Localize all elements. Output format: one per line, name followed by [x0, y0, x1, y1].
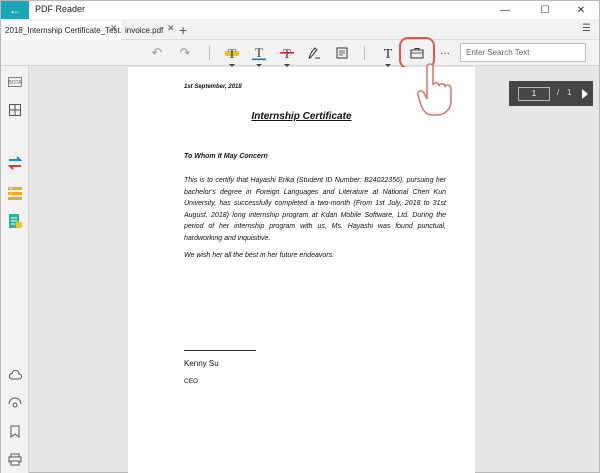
tab-bar: 2018_Internship Certificate_Test... ✕ in…: [1, 19, 599, 40]
page-total: 1: [567, 88, 572, 97]
freehand-icon[interactable]: [306, 43, 322, 63]
separator: [364, 46, 365, 60]
view-icon[interactable]: [6, 394, 24, 412]
note-icon[interactable]: [334, 43, 350, 63]
page-number-input[interactable]: 1: [518, 87, 550, 101]
svg-text:BOTA: BOTA: [8, 80, 22, 86]
signer-name: Kenny Su: [184, 359, 219, 368]
title-bar: ← PDF Reader — ☐ ✕: [1, 1, 599, 19]
close-tab-icon[interactable]: ✕: [167, 23, 175, 34]
redo-icon[interactable]: ↷: [177, 43, 193, 63]
add-tab-icon[interactable]: +: [179, 22, 187, 38]
minimize-button[interactable]: —: [487, 1, 523, 19]
maximize-button[interactable]: ☐: [527, 1, 563, 19]
page-navigation: 1 / 1: [509, 81, 593, 106]
highlight-icon[interactable]: T: [223, 43, 241, 67]
menu-icon[interactable]: ☰: [582, 23, 591, 34]
underline-icon[interactable]: T: [250, 43, 268, 67]
document-body: This is to certify that Hayashi Erika (S…: [184, 177, 446, 242]
bookmark-panel-icon[interactable]: BOTA: [6, 73, 24, 91]
convert-icon[interactable]: [6, 154, 24, 172]
page-separator: /: [557, 88, 560, 97]
cloud-icon[interactable]: [6, 366, 24, 384]
text-icon[interactable]: T: [379, 43, 397, 67]
search-input[interactable]: Enter Search Text: [460, 43, 586, 62]
close-tab-icon[interactable]: ✕: [110, 23, 118, 34]
document-closing: We wish her all the best in her future e…: [184, 252, 335, 259]
back-button[interactable]: ←: [1, 1, 29, 19]
tab-label: invoice.pdf: [125, 26, 164, 35]
strikethrough-icon[interactable]: T: [278, 43, 296, 67]
signature-line: [184, 350, 256, 351]
pointing-hand-icon: [417, 63, 452, 116]
next-page-icon[interactable]: [582, 89, 588, 99]
app-title: PDF Reader: [35, 4, 86, 14]
pdf-page: 1st September, 2018 Internship Certifica…: [128, 67, 475, 473]
tab-certificate[interactable]: 2018_Internship Certificate_Test...: [1, 21, 121, 40]
close-button[interactable]: ✕: [563, 1, 599, 19]
document-greeting: To Whom It May Concern: [184, 153, 268, 160]
undo-icon[interactable]: ↶: [149, 43, 165, 63]
app-window: ← PDF Reader — ☐ ✕ 2018_Internship Certi…: [0, 0, 600, 473]
svg-text:T: T: [228, 46, 236, 61]
print-icon[interactable]: [6, 450, 24, 468]
signer-title: CEO: [184, 378, 199, 385]
separator: [209, 46, 210, 60]
tab-label: 2018_Internship Certificate_Test...: [5, 26, 121, 35]
document-date: 1st September, 2018: [184, 84, 242, 90]
tab-invoice[interactable]: invoice.pdf: [121, 21, 173, 40]
thumbnail-icon[interactable]: [6, 101, 24, 119]
back-arrow-icon: ←: [9, 3, 21, 17]
left-sidebar: BOTA: [1, 66, 29, 473]
svg-text:T: T: [384, 47, 393, 61]
bookmark-icon[interactable]: [6, 422, 24, 440]
sign-icon[interactable]: [6, 212, 24, 230]
organize-icon[interactable]: [6, 184, 24, 202]
toolbar: ↶ ↷ T T T ··· Enter Search Text: [1, 40, 599, 67]
svg-text:T: T: [255, 45, 263, 60]
